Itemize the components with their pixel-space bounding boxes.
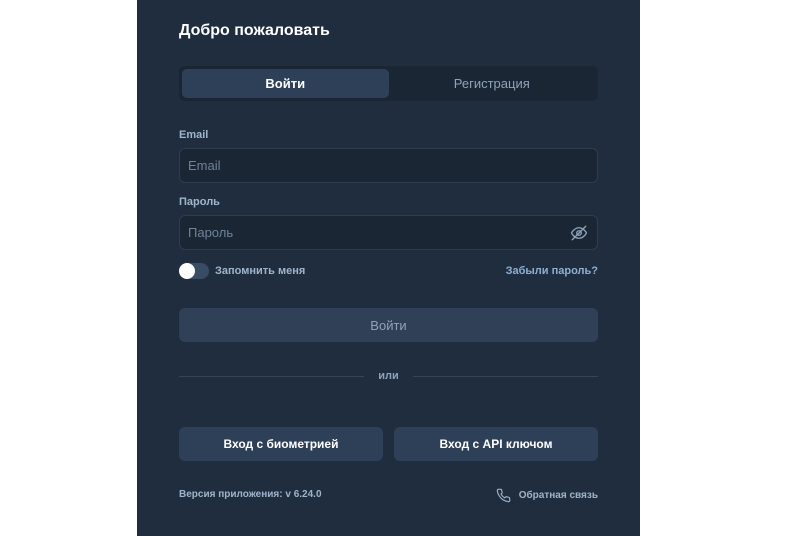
toggle-switch[interactable] <box>179 263 209 279</box>
feedback-link[interactable]: Обратная связь <box>496 488 598 503</box>
divider-line-right <box>412 375 599 377</box>
tab-register[interactable]: Регистрация <box>389 69 596 98</box>
auth-tabs: Войти Регистрация <box>179 66 598 101</box>
toggle-knob <box>179 263 195 279</box>
app-version: Версия приложения: v 6.24.0 <box>179 489 322 500</box>
password-input[interactable] <box>180 216 597 249</box>
or-divider: или <box>179 369 599 383</box>
forgot-password-link[interactable]: Забыли пароль? <box>506 265 598 277</box>
remember-me-toggle[interactable]: Запомнить меня <box>179 263 305 279</box>
email-input-wrapper <box>179 148 598 183</box>
api-key-login-button[interactable]: Вход с API ключом <box>394 427 598 461</box>
divider-line-left <box>179 375 365 377</box>
password-input-wrapper <box>179 215 598 250</box>
biometric-login-button[interactable]: Вход с биометрией <box>179 427 383 461</box>
page-title: Добро пожаловать <box>179 22 330 39</box>
email-input[interactable] <box>180 149 597 182</box>
email-label: Email <box>179 129 209 141</box>
phone-icon <box>496 488 511 503</box>
feedback-label: Обратная связь <box>518 490 598 501</box>
login-button[interactable]: Войти <box>179 308 598 342</box>
divider-label: или <box>378 370 399 382</box>
remember-me-label: Запомнить меня <box>215 265 306 277</box>
login-panel: Добро пожаловать Войти Регистрация Email… <box>137 0 640 536</box>
eye-off-icon[interactable] <box>570 224 588 242</box>
tab-login[interactable]: Войти <box>182 69 389 98</box>
password-label: Пароль <box>179 196 220 208</box>
